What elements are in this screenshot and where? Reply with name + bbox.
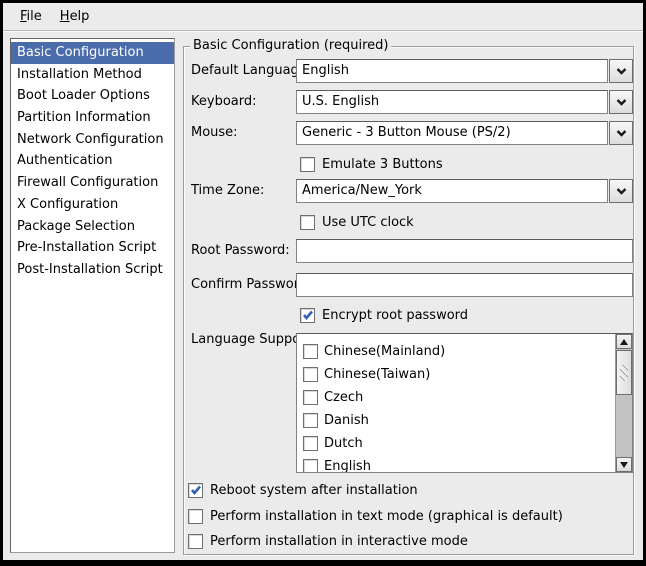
encrypt-root-password-row: Encrypt root password xyxy=(300,307,468,323)
list-item[interactable]: Chinese(Mainland) xyxy=(297,340,615,363)
sidebar-item-package-selection[interactable]: Package Selection xyxy=(11,216,174,238)
checkmark-icon xyxy=(302,309,314,321)
keyboard-label: Keyboard: xyxy=(191,90,257,114)
keyboard-select[interactable]: U.S. English xyxy=(296,90,633,114)
encrypt-root-password-checkbox[interactable] xyxy=(300,308,315,323)
use-utc-clock-checkbox[interactable] xyxy=(300,215,315,230)
mouse-dropdown-button[interactable] xyxy=(609,121,633,145)
emulate-3-buttons-checkbox[interactable] xyxy=(300,157,315,172)
sidebar-item-partition-information[interactable]: Partition Information xyxy=(11,107,174,129)
sidebar-item-basic-configuration[interactable]: Basic Configuration xyxy=(11,42,174,64)
interactive-mode-install-row: Perform installation in interactive mode xyxy=(188,533,468,549)
language-option-label[interactable]: Chinese(Taiwan) xyxy=(324,367,430,382)
arrow-up-icon xyxy=(620,339,628,345)
scroll-thumb[interactable] xyxy=(616,350,632,395)
reboot-after-install-checkbox[interactable] xyxy=(188,483,203,498)
use-utc-clock-row: Use UTC clock xyxy=(300,214,414,230)
sidebar-list: Basic Configuration Installation Method … xyxy=(10,38,175,553)
time-zone-label: Time Zone: xyxy=(191,179,264,203)
scroll-up-button[interactable] xyxy=(616,334,632,349)
sidebar-item-firewall-configuration[interactable]: Firewall Configuration xyxy=(11,172,174,194)
time-zone-value: America/New_York xyxy=(296,179,608,203)
mouse-select[interactable]: Generic - 3 Button Mouse (PS/2) xyxy=(296,121,633,145)
sidebar-item-authentication[interactable]: Authentication xyxy=(11,150,174,172)
language-chinese-taiwan-checkbox[interactable] xyxy=(303,367,318,382)
confirm-password-label: Confirm Password: xyxy=(191,273,311,297)
default-language-dropdown-button[interactable] xyxy=(609,59,633,83)
language-support-list: Chinese(Mainland) Chinese(Taiwan) Czech xyxy=(296,333,633,473)
sidebar-item-x-configuration[interactable]: X Configuration xyxy=(11,194,174,216)
sidebar-item-pre-installation-script[interactable]: Pre-Installation Script xyxy=(11,237,174,259)
language-option-label[interactable]: English xyxy=(324,459,371,472)
default-language-label: Default Language: xyxy=(191,59,311,83)
list-item[interactable]: English xyxy=(297,455,615,472)
language-option-label[interactable]: Czech xyxy=(324,390,363,405)
language-english-checkbox[interactable] xyxy=(303,459,318,472)
language-option-label[interactable]: Dutch xyxy=(324,436,363,451)
reboot-after-install-row: Reboot system after installation xyxy=(188,482,418,498)
use-utc-clock-label[interactable]: Use UTC clock xyxy=(322,215,414,230)
sidebar-item-network-configuration[interactable]: Network Configuration xyxy=(11,129,174,151)
language-czech-checkbox[interactable] xyxy=(303,390,318,405)
default-language-value: English xyxy=(296,59,608,83)
list-item[interactable]: Dutch xyxy=(297,432,615,455)
frame-title: Basic Configuration (required) xyxy=(190,38,391,54)
arrow-down-icon xyxy=(620,462,628,468)
list-item[interactable]: Chinese(Taiwan) xyxy=(297,363,615,386)
keyboard-dropdown-button[interactable] xyxy=(609,90,633,114)
language-danish-checkbox[interactable] xyxy=(303,413,318,428)
kickstart-configurator-window: File Help Basic Configuration Installati… xyxy=(0,0,646,566)
checkmark-icon xyxy=(190,484,202,496)
language-option-label[interactable]: Danish xyxy=(324,413,369,428)
language-option-label[interactable]: Chinese(Mainland) xyxy=(324,344,445,359)
emulate-3-buttons-row: Emulate 3 Buttons xyxy=(300,156,443,172)
list-item[interactable]: Danish xyxy=(297,409,615,432)
sidebar-item-installation-method[interactable]: Installation Method xyxy=(11,64,174,86)
reboot-after-install-label[interactable]: Reboot system after installation xyxy=(210,483,418,498)
chevron-down-icon xyxy=(616,68,627,75)
basic-configuration-frame: Default Language: English Keyboard: U.S.… xyxy=(183,46,634,555)
interactive-mode-install-label[interactable]: Perform installation in interactive mode xyxy=(210,534,468,549)
time-zone-dropdown-button[interactable] xyxy=(609,179,633,203)
mouse-value: Generic - 3 Button Mouse (PS/2) xyxy=(296,121,608,145)
chevron-down-icon xyxy=(616,130,627,137)
sidebar-item-boot-loader-options[interactable]: Boot Loader Options xyxy=(11,85,174,107)
menu-file-label: File xyxy=(20,9,42,24)
mouse-label: Mouse: xyxy=(191,121,238,145)
time-zone-select[interactable]: America/New_York xyxy=(296,179,633,203)
text-mode-install-checkbox[interactable] xyxy=(188,509,203,524)
text-mode-install-row: Perform installation in text mode (graph… xyxy=(188,508,563,524)
default-language-select[interactable]: English xyxy=(296,59,633,83)
encrypt-root-password-label[interactable]: Encrypt root password xyxy=(322,308,468,323)
confirm-password-input[interactable] xyxy=(296,273,633,297)
menu-file[interactable]: File xyxy=(11,6,51,27)
menu-help-label: Help xyxy=(60,9,90,24)
root-password-input[interactable] xyxy=(296,239,633,263)
scroll-down-button[interactable] xyxy=(616,457,632,472)
menubar: File Help xyxy=(3,3,643,31)
emulate-3-buttons-label[interactable]: Emulate 3 Buttons xyxy=(322,157,443,172)
chevron-down-icon xyxy=(616,188,627,195)
sidebar-item-post-installation-script[interactable]: Post-Installation Script xyxy=(11,259,174,281)
menu-help[interactable]: Help xyxy=(51,6,99,27)
language-dutch-checkbox[interactable] xyxy=(303,436,318,451)
list-item[interactable]: Czech xyxy=(297,386,615,409)
language-list-scrollbar[interactable] xyxy=(615,334,632,472)
root-password-label: Root Password: xyxy=(191,239,290,263)
language-support-rows: Chinese(Mainland) Chinese(Taiwan) Czech xyxy=(297,334,615,472)
language-chinese-mainland-checkbox[interactable] xyxy=(303,344,318,359)
interactive-mode-install-checkbox[interactable] xyxy=(188,534,203,549)
text-mode-install-label[interactable]: Perform installation in text mode (graph… xyxy=(210,509,563,524)
chevron-down-icon xyxy=(616,99,627,106)
keyboard-value: U.S. English xyxy=(296,90,608,114)
